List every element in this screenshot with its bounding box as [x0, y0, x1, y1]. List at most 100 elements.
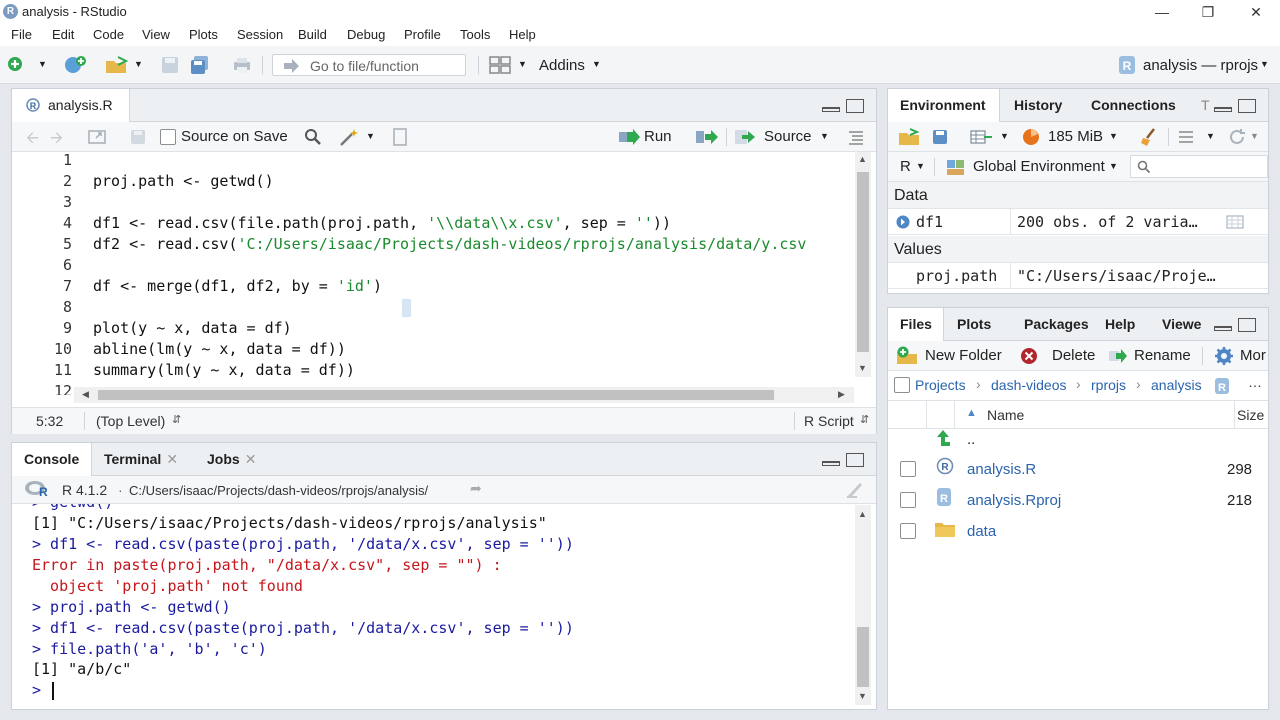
more-button[interactable]: Mor: [1240, 347, 1266, 364]
tab-help[interactable]: Help: [1105, 308, 1135, 341]
file-row-parent[interactable]: ..: [888, 422, 1268, 453]
chevron-down-icon[interactable]: ▼: [1250, 131, 1259, 141]
chevron-down-icon[interactable]: ▼: [916, 161, 925, 171]
rename-button[interactable]: Rename: [1134, 347, 1191, 364]
minimize-pane-icon[interactable]: [1214, 326, 1232, 331]
file-row[interactable]: data: [888, 515, 1268, 546]
chevron-down-icon[interactable]: ▼: [1109, 131, 1118, 141]
maximize-pane-icon[interactable]: [846, 453, 864, 467]
chevron-down-icon[interactable]: ▼: [1000, 131, 1009, 141]
tab-plots[interactable]: Plots: [957, 308, 991, 341]
minimize-icon[interactable]: —: [1142, 2, 1182, 22]
console-prompt-line[interactable]: >: [32, 680, 50, 701]
tab-analysis-r[interactable]: R analysis.R ✕: [12, 89, 130, 146]
magic-wand-icon[interactable]: [338, 127, 360, 147]
new-folder-button[interactable]: New Folder: [925, 347, 1002, 364]
import-dataset-icon[interactable]: [970, 129, 994, 145]
environment-search-input[interactable]: [1130, 155, 1268, 178]
source-button[interactable]: Source: [764, 128, 812, 145]
open-file-icon[interactable]: [104, 55, 132, 75]
menu-profile[interactable]: Profile: [404, 27, 441, 42]
file-checkbox[interactable]: [900, 492, 916, 508]
column-name[interactable]: Name: [987, 407, 1024, 423]
menu-edit[interactable]: Edit: [52, 27, 74, 42]
scroll-left-icon[interactable]: ◀: [82, 389, 89, 400]
outline-icon[interactable]: [848, 129, 864, 145]
memory-usage[interactable]: 185 MiB: [1048, 128, 1103, 145]
data-section-header[interactable]: Data: [888, 182, 1268, 209]
chevron-down-icon[interactable]: ▼: [592, 59, 601, 69]
chevron-down-icon[interactable]: ▼: [366, 131, 375, 141]
save-icon[interactable]: [130, 129, 146, 145]
file-name-link[interactable]: analysis.R: [967, 454, 1036, 485]
scroll-right-icon[interactable]: ▶: [838, 389, 845, 400]
show-in-window-icon[interactable]: [88, 129, 108, 145]
refresh-icon[interactable]: [1228, 128, 1246, 146]
tab-packages[interactable]: Packages: [1024, 308, 1089, 341]
save-workspace-icon[interactable]: [932, 129, 948, 145]
menu-build[interactable]: Build: [298, 27, 327, 42]
goto-directory-icon[interactable]: ➦: [470, 480, 482, 497]
chevron-down-icon[interactable]: ▼: [134, 59, 143, 69]
tab-console[interactable]: Console: [12, 443, 92, 476]
chevron-down-icon[interactable]: ▼: [1109, 161, 1118, 171]
maximize-pane-icon[interactable]: [1238, 318, 1256, 332]
scroll-down-icon[interactable]: ▼: [858, 691, 867, 701]
tab-connections[interactable]: Connections: [1091, 89, 1176, 122]
updown-icon[interactable]: ⇵: [860, 413, 869, 426]
column-size[interactable]: Size: [1237, 407, 1264, 423]
clear-console-icon[interactable]: [846, 481, 866, 499]
maximize-pane-icon[interactable]: [846, 99, 864, 113]
scroll-up-icon[interactable]: ▲: [858, 509, 867, 519]
print-icon[interactable]: [232, 55, 252, 75]
chevron-down-icon[interactable]: ▼: [38, 59, 47, 69]
chevron-down-icon[interactable]: ▼: [820, 131, 829, 141]
load-workspace-icon[interactable]: [898, 128, 922, 146]
addins-menu[interactable]: Addins: [539, 57, 585, 74]
menu-session[interactable]: Session: [237, 27, 283, 42]
breadcrumb-rprojs[interactable]: rprojs: [1091, 377, 1126, 393]
save-icon[interactable]: [160, 55, 180, 75]
goto-file-input[interactable]: Go to file/function: [272, 54, 466, 76]
file-name-link[interactable]: data: [967, 516, 996, 547]
more-ellipsis-icon[interactable]: …: [1248, 374, 1262, 390]
close-tab-icon[interactable]: ✕: [245, 451, 257, 467]
editor-horizontal-scrollbar[interactable]: ◀ ▶: [74, 387, 854, 403]
scroll-thumb[interactable]: [857, 172, 869, 352]
compile-report-icon[interactable]: [392, 128, 408, 146]
view-table-icon[interactable]: [1226, 215, 1244, 229]
console-output[interactable]: > getwd() [1] "C:/Users/isaac/Projects/d…: [12, 504, 854, 709]
tab-environment[interactable]: Environment: [888, 89, 1000, 122]
scroll-up-icon[interactable]: ▲: [858, 154, 867, 164]
sort-up-icon[interactable]: ▲: [966, 407, 977, 419]
scope-selector[interactable]: (Top Level): [96, 413, 165, 429]
chevron-down-icon[interactable]: ▼: [1206, 131, 1215, 141]
chevron-down-icon[interactable]: ▼: [1260, 59, 1269, 69]
menu-tools[interactable]: Tools: [460, 27, 490, 42]
parent-dir-link[interactable]: ..: [967, 424, 975, 455]
file-row[interactable]: R analysis.R 298: [888, 453, 1268, 484]
forward-arrow-icon[interactable]: 🡪: [50, 127, 63, 154]
env-value-row[interactable]: proj.path "C:/Users/isaac/Proje…: [888, 263, 1268, 289]
new-project-icon[interactable]: [62, 55, 88, 75]
go-to-project-icon[interactable]: R: [1214, 377, 1230, 395]
scroll-thumb[interactable]: [98, 390, 774, 400]
file-name-link[interactable]: analysis.Rproj: [967, 485, 1061, 516]
updown-icon[interactable]: ⇵: [172, 413, 181, 426]
breadcrumb-dash-videos[interactable]: dash-videos: [991, 377, 1067, 393]
delete-button[interactable]: Delete: [1052, 347, 1095, 364]
file-type-selector[interactable]: R Script: [804, 413, 854, 429]
editor-vertical-scrollbar[interactable]: ▲ ▼: [855, 152, 871, 377]
menu-code[interactable]: Code: [93, 27, 124, 42]
minimize-pane-icon[interactable]: [822, 461, 840, 466]
rerun-icon[interactable]: [695, 129, 719, 145]
values-section-header[interactable]: Values: [888, 236, 1268, 263]
menu-plots[interactable]: Plots: [189, 27, 218, 42]
tab-history[interactable]: History: [1014, 89, 1062, 122]
broom-icon[interactable]: [1140, 127, 1162, 147]
console-vertical-scrollbar[interactable]: ▲ ▼: [855, 505, 871, 705]
expand-icon[interactable]: [896, 215, 910, 229]
environment-scope-selector[interactable]: Global Environment: [973, 158, 1105, 175]
restore-icon[interactable]: ❐: [1188, 2, 1228, 22]
project-menu[interactable]: analysis — rprojs: [1143, 57, 1258, 74]
